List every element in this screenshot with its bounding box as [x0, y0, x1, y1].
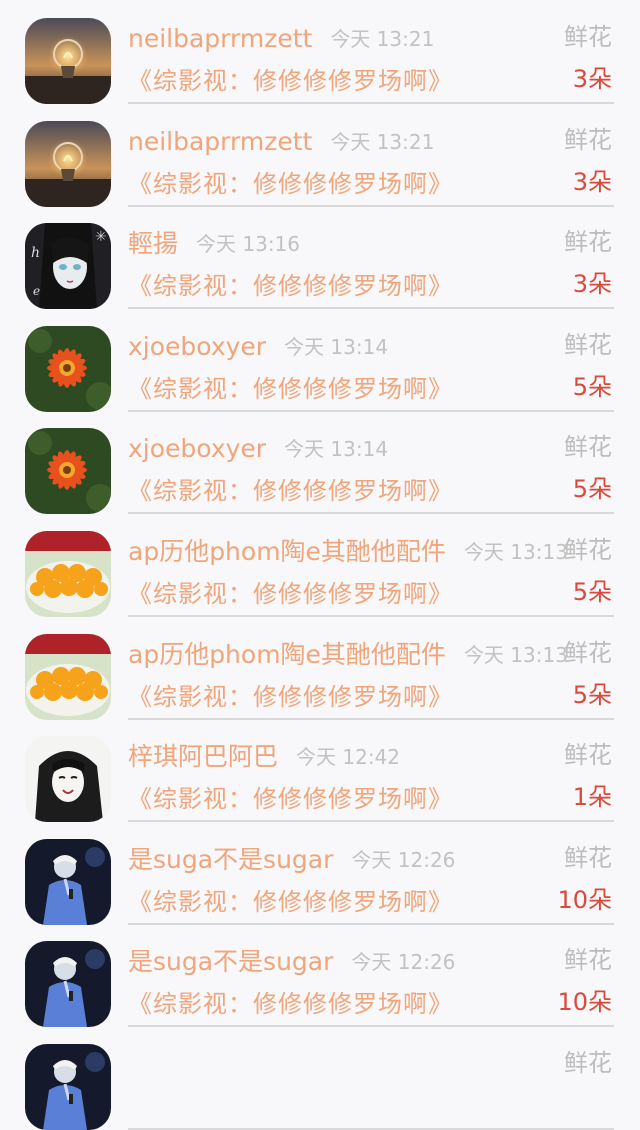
- timestamp: 今天 12:26: [351, 950, 456, 975]
- gift-type-label: 鲜花: [564, 535, 612, 564]
- gift-count: 3朵: [572, 65, 612, 93]
- gift-type-label: 鲜花: [564, 125, 612, 154]
- gift-record-row[interactable]: h e ✳ 輕揚 今天 13:16 鲜花《综影视：修修修修罗场啊》 3朵: [0, 205, 640, 310]
- gift-count: 3朵: [572, 167, 612, 196]
- gift-record-row[interactable]: ap历他phom陶e其酏他配件 今天 13:13 鲜花《综影视：修修修修罗场啊》 5朵: [0, 513, 640, 617]
- svg-text:✳: ✳: [95, 229, 107, 245]
- gift-record-row[interactable]: 是suga不是sugar 今天 12:26 鲜花《综影视：修修修修罗场啊》 10朵: [0, 923, 640, 1028]
- gift-count: 3朵: [572, 270, 612, 299]
- svg-text:e: e: [33, 284, 40, 298]
- work-title-link[interactable]: 《综影视：修修修修罗场啊》: [128, 782, 453, 816]
- gift-type-label: 鲜花: [564, 1048, 612, 1077]
- svg-text:h: h: [31, 245, 40, 261]
- username[interactable]: ap历他phom陶e其酏他配件: [128, 535, 446, 569]
- gift-record-row[interactable]: xjoeboxyer 今天 13:14 鲜花《综影视：修修修修罗场啊》 5朵: [0, 308, 640, 412]
- sketch-portrait-avatar[interactable]: [25, 736, 111, 823]
- timestamp: 今天 12:42: [296, 745, 401, 770]
- timestamp: 今天 13:21: [330, 27, 435, 51]
- work-title-link[interactable]: 《综影视：修修修修罗场啊》: [128, 372, 453, 406]
- username[interactable]: xjoeboxyer: [128, 330, 266, 364]
- gift-record-row[interactable]: 鲜花: [0, 1026, 640, 1130]
- timestamp: 今天 13:13: [463, 642, 568, 667]
- work-title-link[interactable]: 《综影视：修修修修罗场啊》: [128, 577, 453, 611]
- username[interactable]: xjoeboxyer: [128, 432, 266, 466]
- gift-type-label: 鲜花: [564, 638, 612, 667]
- singer-avatar[interactable]: [25, 838, 111, 925]
- username[interactable]: 輕揚: [128, 227, 178, 261]
- username[interactable]: 是suga不是sugar: [128, 945, 333, 979]
- gift-record-row[interactable]: 梓琪阿巴阿巴 今天 12:42 鲜花《综影视：修修修修罗场啊》 1朵: [0, 718, 640, 823]
- work-title-link[interactable]: 《综影视：修修修修罗场啊》: [128, 885, 453, 919]
- timestamp: 今天 13:14: [284, 437, 389, 462]
- timestamp: 今天 13:16: [196, 232, 301, 257]
- gift-type-label: 鲜花: [564, 741, 612, 770]
- singer-avatar[interactable]: [25, 941, 111, 1028]
- gift-type-label: 鲜花: [564, 228, 612, 257]
- mango-avatar[interactable]: [25, 530, 111, 617]
- timestamp: 今天 12:26: [351, 847, 456, 872]
- orange-flower-avatar[interactable]: [25, 428, 111, 515]
- gift-record-row[interactable]: neilbaprrmzett 今天 13:21 鲜花《综影视：修修修修罗场啊》 3朵: [0, 103, 640, 207]
- timestamp: 今天 13:14: [284, 334, 389, 359]
- work-title-link[interactable]: 《综影视：修修修修罗场啊》: [128, 167, 453, 201]
- orange-flower-avatar[interactable]: [25, 325, 111, 412]
- anime-portrait-avatar[interactable]: h e ✳: [25, 223, 111, 310]
- gift-count: 10朵: [557, 988, 612, 1017]
- work-title-link[interactable]: 《综影视：修修修修罗场啊》: [128, 474, 453, 508]
- gift-record-list: neilbaprrmzett 今天 13:21 鲜花 《综影视：修修修修罗场啊》 3朵 …: [0, 0, 640, 1130]
- timestamp: 今天 13:13: [463, 539, 568, 564]
- bulb-avatar[interactable]: [25, 120, 111, 207]
- singer-avatar[interactable]: [25, 1043, 111, 1130]
- gift-type-label: 鲜花: [564, 433, 612, 462]
- gift-count: 1朵: [572, 783, 612, 812]
- gift-record-row[interactable]: ap历他phom陶e其酏他配件 今天 13:13 鲜花《综影视：修修修修罗场啊》 5朵: [0, 616, 640, 720]
- gift-count: 5朵: [572, 680, 612, 709]
- gift-count: 5朵: [572, 372, 612, 401]
- work-title-link[interactable]: 《综影视：修修修修罗场啊》: [128, 64, 453, 98]
- username[interactable]: neilbaprrmzett: [128, 22, 312, 56]
- bulb-avatar[interactable]: [25, 18, 111, 104]
- gift-record-row[interactable]: 是suga不是sugar 今天 12:26 鲜花《综影视：修修修修罗场啊》 10朵: [0, 821, 640, 925]
- work-title-link[interactable]: 《综影视：修修修修罗场啊》: [128, 680, 453, 714]
- username[interactable]: neilbaprrmzett: [128, 125, 312, 159]
- gift-record-row[interactable]: xjoeboxyer 今天 13:14 鲜花《综影视：修修修修罗场啊》 5朵: [0, 410, 640, 515]
- gift-type-label: 鲜花: [564, 843, 612, 872]
- username[interactable]: 梓琪阿巴阿巴: [128, 740, 278, 774]
- gift-count: 5朵: [572, 475, 612, 504]
- gift-type-label: 鲜花: [564, 330, 612, 359]
- gift-type-label: 鲜花: [564, 946, 612, 975]
- gift-record-row[interactable]: neilbaprrmzett 今天 13:21 鲜花《综影视：修修修修罗场啊》 3朵: [0, 0, 640, 104]
- gift-count: 5朵: [572, 577, 612, 606]
- username[interactable]: 是suga不是sugar: [128, 843, 333, 877]
- mango-avatar[interactable]: [25, 633, 111, 720]
- gift-count: 10朵: [557, 885, 612, 914]
- username[interactable]: ap历他phom陶e其酏他配件: [128, 638, 446, 672]
- work-title-link[interactable]: 《综影视：修修修修罗场啊》: [128, 269, 453, 303]
- work-title-link[interactable]: 《综影视：修修修修罗场啊》: [128, 987, 453, 1021]
- timestamp: 今天 13:21: [330, 129, 435, 154]
- gift-type-label: 鲜花: [564, 23, 612, 51]
